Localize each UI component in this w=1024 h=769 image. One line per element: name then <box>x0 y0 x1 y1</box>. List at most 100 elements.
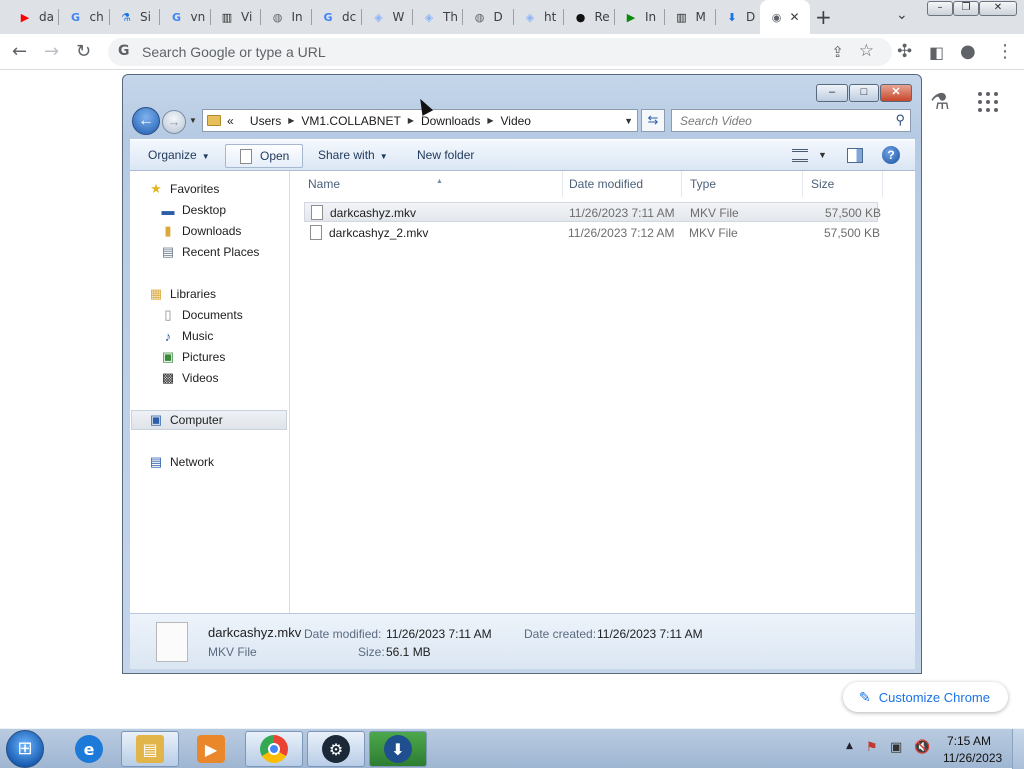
tab[interactable]: ⚗ Si <box>109 5 155 29</box>
chrome-menu-icon[interactable]: ⋮ <box>996 41 1014 62</box>
breadcrumb-downloads[interactable]: Downloads <box>421 114 480 128</box>
customize-chrome-button[interactable]: ✎ Customize Chrome <box>843 682 1008 712</box>
network-status-icon[interactable]: ▣ <box>890 740 902 755</box>
close-tab-icon[interactable]: ✕ <box>789 10 799 24</box>
profile-avatar-icon[interactable]: ● <box>960 41 976 62</box>
google-apps-icon[interactable] <box>978 92 998 112</box>
breadcrumb-arrow-icon[interactable]: ▶ <box>288 116 294 125</box>
tab[interactable]: Gch <box>59 5 105 29</box>
tab[interactable]: ▥ M <box>665 5 711 29</box>
breadcrumb-video[interactable]: Video <box>500 114 530 128</box>
side-panel-icon[interactable]: ◧ <box>929 43 944 62</box>
tab-search-button[interactable]: ⌄ <box>896 7 908 23</box>
address-dropdown-icon[interactable]: ▼ <box>624 116 633 126</box>
column-type[interactable]: Type <box>682 171 803 197</box>
share-with-button[interactable]: Share with ▼ <box>318 148 388 162</box>
tab[interactable]: ◍ In <box>261 5 307 29</box>
close-window-button[interactable]: ✕ <box>979 1 1017 16</box>
tab[interactable]: ◍ D <box>463 5 509 29</box>
nav-network[interactable]: ▤ Network <box>148 452 306 472</box>
taskbar-internet-explorer[interactable]: e <box>60 731 118 767</box>
explorer-close-button[interactable]: ✕ <box>880 84 912 102</box>
tab[interactable]: ● Re <box>564 5 610 29</box>
nav-libraries[interactable]: ▦ Libraries <box>148 284 306 304</box>
breadcrumb-users[interactable]: Users <box>250 114 281 128</box>
reload-icon[interactable]: ↻ <box>76 41 91 62</box>
recent-pages-dropdown[interactable]: ▼ <box>189 116 197 125</box>
windows-taskbar: ⊞ e ▤ ▶ ⚙ ⬇ ▲ ⚑ ▣ 🔇 7:15 AM 11/26/2023 <box>0 728 1024 769</box>
search-icon[interactable]: ⚲ <box>895 112 905 128</box>
forward-button[interactable]: → <box>162 110 186 134</box>
change-view-icon[interactable] <box>792 149 808 162</box>
explorer-maximize-button[interactable]: □ <box>849 84 879 102</box>
column-name[interactable]: Name ▲ <box>300 171 563 197</box>
preview-pane-icon[interactable] <box>847 148 863 163</box>
tab[interactable]: ▥ Vi <box>210 5 256 29</box>
share-icon[interactable]: ⇪ <box>831 43 844 61</box>
breadcrumb-arrow-icon[interactable]: ▶ <box>408 116 414 125</box>
tab-active[interactable]: ◉ ✕ <box>759 0 810 34</box>
open-button[interactable]: Open <box>225 144 303 168</box>
web-icon: ◈ <box>374 10 383 24</box>
explorer-minimize-button[interactable]: – <box>816 84 848 102</box>
tab-title: Re <box>594 10 610 24</box>
file-row[interactable]: darkcashyz_2.mkv 11/26/2023 7:12 AM MKV Fi… <box>304 223 881 243</box>
tab[interactable]: ◈ Th <box>412 5 458 29</box>
taskbar-file-explorer[interactable]: ▤ <box>121 731 179 767</box>
file-name: darkcashyz.mkv <box>330 206 417 220</box>
tab-title: dc <box>342 10 357 24</box>
breadcrumb-overflow[interactable]: « <box>227 114 234 128</box>
web-icon: ◈ <box>424 10 434 24</box>
file-size: 57,500 KB <box>824 226 881 240</box>
start-button[interactable]: ⊞ <box>6 730 44 768</box>
tab[interactable]: ▶ In <box>614 5 660 29</box>
tab[interactable]: ◈ W <box>362 5 408 29</box>
taskbar-chrome[interactable] <box>245 731 303 767</box>
breadcrumb-arrow-icon[interactable]: ▶ <box>487 116 493 125</box>
search-video-input[interactable]: Search Video ⚲ <box>671 109 911 132</box>
new-tab-button[interactable]: + <box>815 5 832 29</box>
refresh-button[interactable]: ⇆ <box>641 109 665 132</box>
museum-icon: ▥ <box>676 10 687 24</box>
tab[interactable]: Gdc <box>311 5 357 29</box>
google-icon: G <box>171 10 182 24</box>
file-row[interactable]: darkcashyz.mkv 11/26/2023 7:11 AM MKV File… <box>304 202 881 222</box>
column-size[interactable]: Size <box>803 171 883 197</box>
restore-button[interactable]: ❐ <box>953 1 979 16</box>
minimize-button[interactable]: – <box>927 1 953 16</box>
file-name: darkcashyz_2.mkv <box>329 226 429 240</box>
omnibox[interactable]: G Search Google or type a URL ⇪ ☆ <box>108 38 892 66</box>
taskbar-media-player[interactable]: ▶ <box>182 731 240 767</box>
organize-button[interactable]: Organize ▼ <box>148 148 210 162</box>
back-arrow-icon[interactable]: ← <box>12 41 27 62</box>
bookmark-star-icon[interactable]: ☆ <box>859 41 874 61</box>
show-hidden-icons-icon[interactable]: ▲ <box>846 741 853 751</box>
tab[interactable]: ◈ ht <box>513 5 559 29</box>
github-icon: ● <box>575 10 586 24</box>
tab[interactable]: ⬇ D <box>715 5 761 29</box>
view-options-dropdown-icon[interactable]: ▼ <box>818 150 827 160</box>
help-icon[interactable]: ? <box>882 146 900 164</box>
back-button[interactable]: ← <box>132 107 160 135</box>
breadcrumb-vm1-collabnet[interactable]: VM1.COLLABNET <box>301 114 400 128</box>
tab[interactable]: Gvn <box>160 5 206 29</box>
chevron-down-icon: ▼ <box>201 152 210 161</box>
forward-arrow-icon[interactable]: → <box>44 41 59 62</box>
open-label: Open <box>260 149 290 163</box>
documents-icon: ▯ <box>164 307 172 322</box>
clock-time[interactable]: 7:15 AM <box>947 734 991 748</box>
column-date-modified[interactable]: Date modified <box>561 171 682 197</box>
extensions-puzzle-icon[interactable]: ✣ <box>897 41 912 62</box>
volume-muted-icon[interactable]: 🔇 <box>914 740 930 755</box>
action-center-flag-icon[interactable]: ⚑ <box>866 740 878 755</box>
tab[interactable]: ▶ da <box>8 5 54 29</box>
nav-favorites[interactable]: ★ Favorites <box>148 179 306 199</box>
nav-computer[interactable]: ▣ Computer <box>131 410 287 430</box>
taskbar-download-manager[interactable]: ⬇ <box>369 731 427 767</box>
show-desktop-button[interactable] <box>1012 729 1024 769</box>
new-folder-button[interactable]: New folder <box>417 148 474 162</box>
chrome-tab-strip: ▶ da Gch ⚗ Si Gvn ▥ Vi ◍ In Gdc ◈ W ◈ Th ◍ D ◈ ht ● Re ▶ In ▥ M ⬇… <box>0 0 1024 34</box>
labs-flask-icon[interactable]: ⚗ <box>930 90 950 115</box>
taskbar-steam[interactable]: ⚙ <box>307 731 365 767</box>
clock-date[interactable]: 11/26/2023 <box>943 751 1002 765</box>
